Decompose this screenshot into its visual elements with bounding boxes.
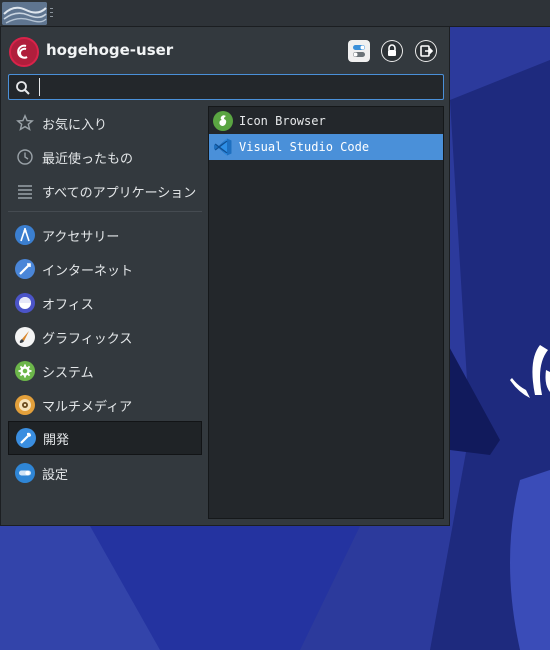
clock-icon bbox=[15, 147, 35, 167]
settings-toggle-button[interactable] bbox=[348, 40, 370, 62]
app-visual-studio-code[interactable]: Visual Studio Code bbox=[209, 134, 443, 160]
category-settings[interactable]: 設定 bbox=[8, 457, 202, 489]
application-list: Icon Browser Visual Studio Code bbox=[208, 106, 444, 519]
app-label: Visual Studio Code bbox=[239, 140, 370, 154]
debian-swirl-icon bbox=[17, 44, 28, 59]
star-icon bbox=[15, 113, 35, 133]
category-graphics[interactable]: グラフィックス bbox=[8, 321, 202, 353]
application-menu: hogehoge-user お気に入り 最近使ったもの すべてのアプリケーション… bbox=[0, 27, 450, 526]
development-icon bbox=[16, 428, 36, 448]
category-label: インターネット bbox=[42, 263, 134, 279]
system-gear-icon bbox=[15, 361, 35, 381]
category-system[interactable]: システム bbox=[8, 355, 202, 387]
internet-icon bbox=[15, 259, 35, 279]
category-multimedia[interactable]: マルチメディア bbox=[8, 389, 202, 421]
swirl-logo-icon bbox=[2, 2, 47, 25]
graphics-icon bbox=[15, 327, 35, 347]
username: hogehoge-user bbox=[46, 41, 174, 59]
category-label: オフィス bbox=[42, 297, 94, 313]
top-panel bbox=[0, 0, 550, 27]
vscode-icon bbox=[214, 138, 232, 156]
app-icon-browser[interactable]: Icon Browser bbox=[209, 108, 443, 134]
category-label: すべてのアプリケーション bbox=[42, 185, 197, 201]
category-internet[interactable]: インターネット bbox=[8, 253, 202, 285]
category-label: グラフィックス bbox=[42, 331, 133, 347]
category-development[interactable]: 開発 bbox=[8, 421, 202, 455]
grip-icon bbox=[50, 8, 53, 17]
category-separator bbox=[8, 211, 202, 212]
category-list: お気に入り 最近使ったもの すべてのアプリケーション アクセサリー インターネッ… bbox=[8, 107, 203, 507]
logout-icon bbox=[416, 41, 436, 61]
logout-button[interactable] bbox=[415, 40, 437, 62]
settings-icon bbox=[15, 463, 35, 483]
category-recent[interactable]: 最近使ったもの bbox=[8, 141, 202, 173]
lock-icon bbox=[382, 41, 402, 61]
search-box[interactable] bbox=[8, 74, 444, 100]
category-label: アクセサリー bbox=[42, 229, 120, 245]
category-label: マルチメディア bbox=[42, 399, 133, 415]
lock-screen-button[interactable] bbox=[381, 40, 403, 62]
panel-drag-handle[interactable] bbox=[50, 7, 53, 19]
category-label: 最近使ったもの bbox=[42, 151, 134, 167]
multimedia-icon bbox=[15, 395, 35, 415]
category-accessories[interactable]: アクセサリー bbox=[8, 219, 202, 251]
office-icon bbox=[15, 293, 35, 313]
accessories-icon bbox=[15, 225, 35, 245]
category-label: システム bbox=[42, 365, 94, 381]
menu-launcher-button[interactable] bbox=[2, 2, 47, 25]
list-icon bbox=[15, 181, 35, 201]
category-all-applications[interactable]: すべてのアプリケーション bbox=[8, 175, 202, 207]
settings-toggle-icon bbox=[353, 45, 365, 57]
category-office[interactable]: オフィス bbox=[8, 287, 202, 319]
category-label: 設定 bbox=[42, 467, 69, 483]
category-favorites[interactable]: お気に入り bbox=[8, 107, 202, 139]
category-label: お気に入り bbox=[42, 117, 108, 133]
search-input[interactable] bbox=[39, 78, 439, 96]
icon-browser-icon bbox=[213, 111, 233, 131]
menu-header: hogehoge-user bbox=[1, 27, 451, 73]
avatar bbox=[9, 37, 39, 67]
search-icon bbox=[16, 81, 30, 95]
app-label: Icon Browser bbox=[239, 114, 326, 128]
category-label: 開発 bbox=[43, 432, 70, 448]
